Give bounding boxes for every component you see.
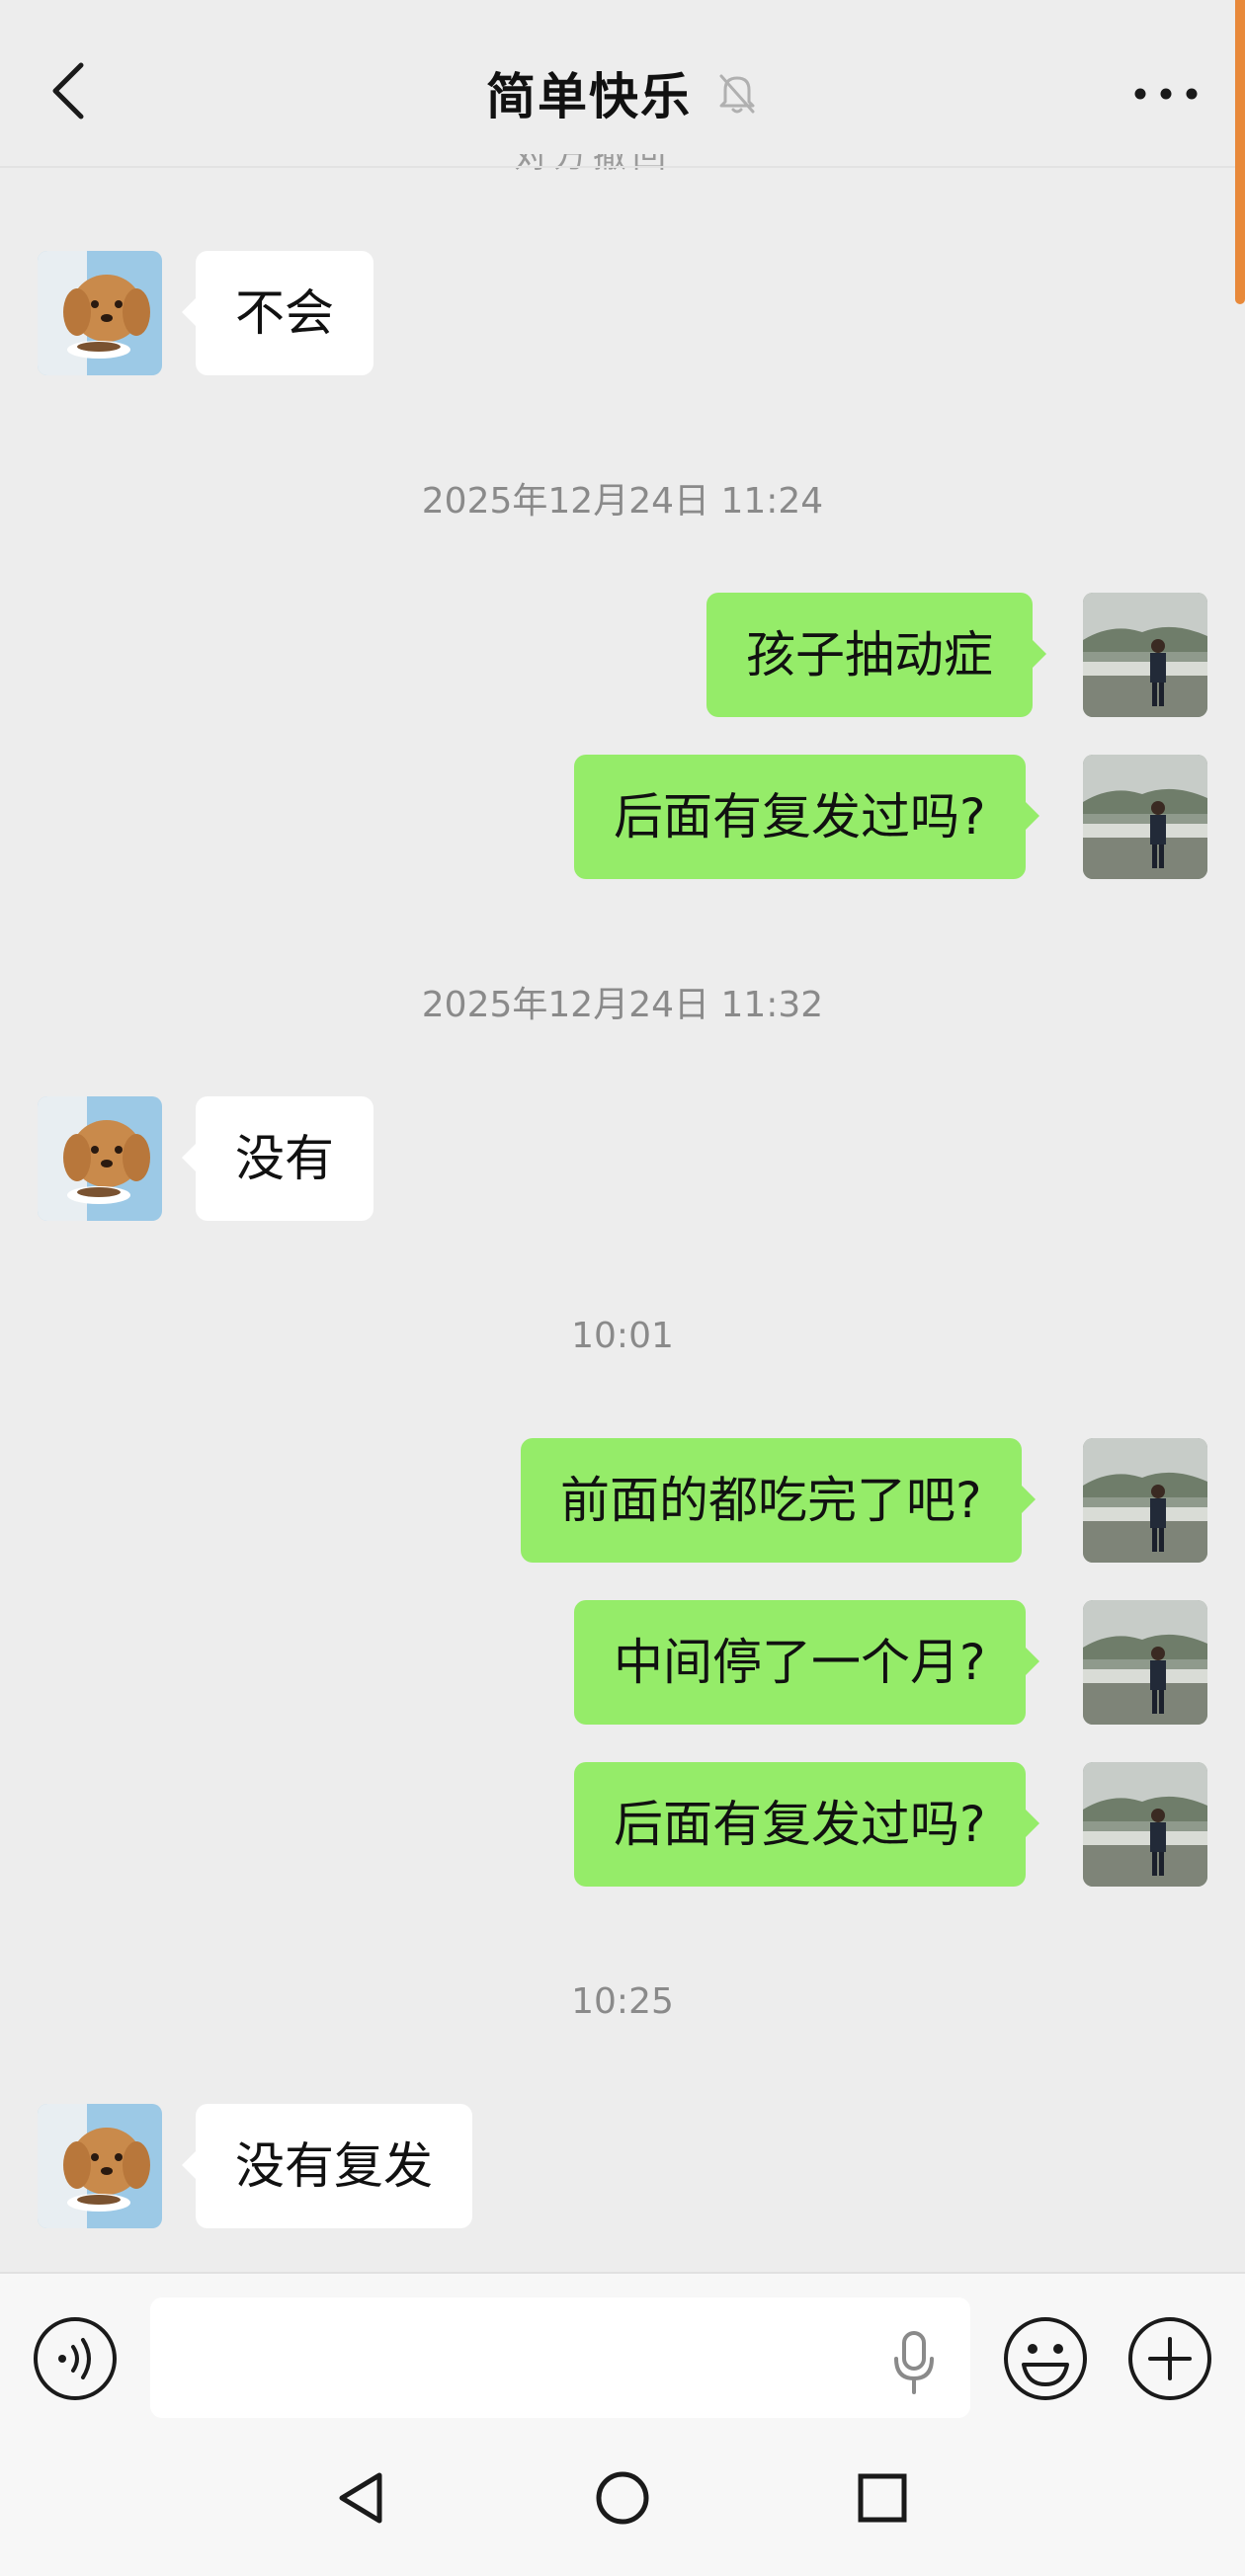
- message-bubble-sent[interactable]: 中间停了一个月?: [574, 1600, 1039, 1725]
- system-nav-bar: [0, 2428, 1245, 2576]
- message-text: 后面有复发过吗?: [614, 788, 986, 845]
- partially-hidden-notice: 对方撤回: [514, 154, 731, 172]
- own-avatar[interactable]: [1083, 755, 1207, 879]
- back-triangle-icon: [339, 2472, 382, 2524]
- contact-avatar[interactable]: [38, 1096, 162, 1221]
- message-timestamp: 2025年12月24日 11:24: [421, 481, 824, 522]
- message-text: 中间停了一个月?: [614, 1634, 986, 1691]
- recents-square-icon: [858, 2473, 907, 2523]
- mic-icon[interactable]: [889, 2329, 939, 2398]
- nav-back-button[interactable]: [328, 2463, 397, 2533]
- plus-icon: [1128, 2317, 1211, 2400]
- message-text: 前面的都吃完了吧?: [560, 1472, 982, 1529]
- voice-button[interactable]: [32, 2315, 119, 2402]
- header-divider: [0, 166, 1245, 168]
- nav-recents-button[interactable]: [848, 2463, 917, 2533]
- nav-home-button[interactable]: [588, 2463, 657, 2533]
- message-input[interactable]: [150, 2297, 970, 2418]
- message-text: 没有复发: [235, 2137, 433, 2195]
- scroll-indicator[interactable]: [1235, 0, 1245, 304]
- own-avatar[interactable]: [1083, 1600, 1207, 1725]
- chat-header: 简单快乐 对方撤回: [0, 0, 1245, 172]
- message-bubble-sent[interactable]: 后面有复发过吗?: [574, 755, 1039, 879]
- message-text: 没有: [235, 1130, 334, 1187]
- voice-icon: [34, 2317, 117, 2400]
- message-bubble-sent[interactable]: 前面的都吃完了吧?: [521, 1438, 1036, 1563]
- message-bubble-received[interactable]: 不会: [182, 251, 374, 375]
- own-avatar[interactable]: [1083, 1762, 1207, 1887]
- chat-title-bar: 简单快乐: [0, 57, 1245, 128]
- message-timestamp: 10:25: [571, 1981, 674, 2022]
- bell-off-icon: [719, 74, 755, 114]
- contact-avatar[interactable]: [38, 2104, 162, 2228]
- message-timestamp: 10:01: [571, 1316, 674, 1356]
- emoji-button[interactable]: [1002, 2315, 1089, 2402]
- contact-avatar[interactable]: [38, 251, 162, 375]
- message-text: 后面有复发过吗?: [614, 1796, 986, 1853]
- own-avatar[interactable]: [1083, 593, 1207, 717]
- plus-button[interactable]: [1126, 2315, 1213, 2402]
- more-button[interactable]: [1126, 59, 1205, 128]
- input-bar: [0, 2272, 1245, 2428]
- message-timestamp: 2025年12月24日 11:32: [421, 985, 824, 1025]
- message-bubble-sent[interactable]: 后面有复发过吗?: [574, 1762, 1039, 1887]
- message-text: 不会: [235, 284, 334, 342]
- chat-title: 简单快乐: [486, 68, 692, 125]
- message-bubble-sent[interactable]: 孩子抽动症: [706, 593, 1046, 717]
- message-bubble-received[interactable]: 没有: [182, 1096, 374, 1221]
- message-bubble-received[interactable]: 没有复发: [182, 2104, 472, 2228]
- own-avatar[interactable]: [1083, 1438, 1207, 1563]
- emoji-icon: [1004, 2317, 1087, 2400]
- more-dots-icon: [1134, 88, 1198, 100]
- home-circle-icon: [596, 2471, 649, 2525]
- message-text: 孩子抽动症: [746, 626, 993, 684]
